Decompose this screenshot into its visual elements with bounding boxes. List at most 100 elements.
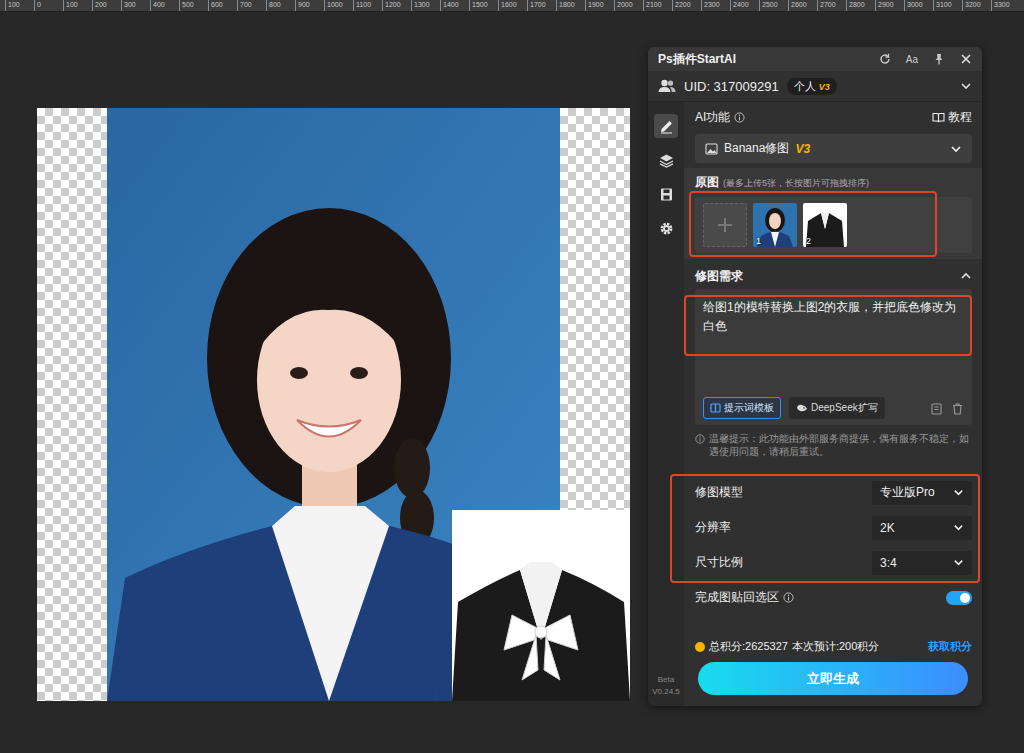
close-icon[interactable] xyxy=(960,53,972,65)
setting-label: 尺寸比例 xyxy=(695,554,743,571)
notice: 温馨提示：此功能由外部服务商提供，偶有服务不稳定，如遇使用问题，请稍后重试。 xyxy=(695,432,972,458)
ruler-label: 2900 xyxy=(875,0,904,11)
ai-function-row: AI功能 教程 xyxy=(695,108,972,126)
settings: 修图模型专业版Pro 分辨率2K 尺寸比例 3:4 xyxy=(695,478,972,577)
source-images-hint: (最多上传5张，长按图片可拖拽排序) xyxy=(723,177,869,190)
setting-row: 修图模型专业版Pro xyxy=(695,478,972,507)
clipboard-icon[interactable] xyxy=(930,402,943,415)
sidebar-item[interactable] xyxy=(654,216,678,240)
chevron-down-icon[interactable] xyxy=(960,80,972,92)
highlight-frame xyxy=(689,191,937,257)
info-icon[interactable] xyxy=(783,592,794,603)
image-icon xyxy=(705,143,718,155)
sidebar-item[interactable] xyxy=(654,114,678,138)
user-bar: UID: 317009291个人 V3 xyxy=(648,71,982,102)
panel-content: AI功能教程Banana修图V3原图(最多上传5张，长按图片可拖拽排序)12修图… xyxy=(684,102,982,706)
panel-body: BetaV0.24.5 AI功能 教程 Banana修图V3 原图(最多上传5张，长按图… xyxy=(648,102,982,706)
sidebar-item[interactable] xyxy=(654,182,678,206)
panel-footer: 总积分:2625327本次预计:200积分获取积分立即生成 xyxy=(684,627,982,706)
ruler-label: 300 xyxy=(121,0,150,11)
gear-icon xyxy=(659,221,674,236)
ruler-label: 1500 xyxy=(469,0,498,11)
thumbnail-strip: 12 xyxy=(695,197,972,253)
ruler-label: 500 xyxy=(179,0,208,11)
generate-button[interactable]: 立即生成 xyxy=(698,662,968,695)
version-badge: V3 xyxy=(795,142,810,156)
thumbnail[interactable]: 2 xyxy=(803,203,847,247)
add-image-button[interactable] xyxy=(703,203,747,247)
chevron-up-icon xyxy=(960,270,972,282)
coin-icon xyxy=(695,642,705,652)
paste-back-toggle[interactable] xyxy=(946,591,972,605)
pin-icon[interactable] xyxy=(933,53,945,65)
ruler-label: 3300 xyxy=(991,0,1020,11)
notice-text: 温馨提示：此功能由外部服务商提供，偶有服务不稳定，如遇使用问题，请稍后重试。 xyxy=(709,432,972,458)
setting-select[interactable]: 专业版Pro xyxy=(872,481,972,505)
setting-select[interactable]: 3:4 xyxy=(872,551,972,575)
ai-function-label: AI功能 xyxy=(695,109,730,126)
refresh-icon[interactable] xyxy=(879,53,891,65)
ruler-label: 2400 xyxy=(730,0,759,11)
tutorial-link[interactable]: 教程 xyxy=(932,109,972,126)
prompt-tools: 提示词模板 DeepSeek扩写 xyxy=(703,397,964,419)
template-icon xyxy=(710,403,721,413)
ruler-label: 200 xyxy=(92,0,121,11)
ruler-label: 800 xyxy=(266,0,295,11)
ai-function-select[interactable]: Banana修图V3 xyxy=(695,134,972,163)
plus-icon xyxy=(716,216,734,234)
users-icon xyxy=(658,79,676,93)
ruler-label: 2500 xyxy=(759,0,788,11)
ruler-label: 3200 xyxy=(962,0,991,11)
thumbnail[interactable]: 1 xyxy=(753,203,797,247)
ruler-label: 3100 xyxy=(933,0,962,11)
points-row: 总积分:2625327本次预计:200积分获取积分 xyxy=(695,639,972,654)
trash-icon[interactable] xyxy=(951,402,964,415)
info-icon xyxy=(695,434,705,444)
info-icon[interactable] xyxy=(734,112,745,123)
title-tools: Aa xyxy=(879,53,972,65)
workspace: Ps插件StartAIAaUID: 317009291个人 V3BetaV0.2… xyxy=(0,12,1024,753)
font-size-button[interactable]: Aa xyxy=(906,54,918,65)
startai-panel: Ps插件StartAIAaUID: 317009291个人 V3BetaV0.2… xyxy=(648,47,982,706)
setting-value: 2K xyxy=(880,521,895,535)
source-images-header: 原图(最多上传5张，长按图片可拖拽排序) xyxy=(695,174,972,191)
ruler-label: 2300 xyxy=(701,0,730,11)
setting-row: 分辨率2K xyxy=(695,513,972,542)
ruler-label: 2100 xyxy=(643,0,672,11)
version-label: BetaV0.24.5 xyxy=(652,674,680,706)
panel-title-bar: Ps插件StartAIAa xyxy=(648,47,982,71)
save-icon xyxy=(659,187,674,202)
prompt-tool-label: DeepSeek扩写 xyxy=(811,401,878,415)
prompt-tool-button[interactable]: DeepSeek扩写 xyxy=(789,397,885,419)
get-points-link[interactable]: 获取积分 xyxy=(928,639,972,654)
prompt-input[interactable]: 给图1的模特替换上图2的衣服，并把底色修改为白色提示词模板DeepSeek扩写 xyxy=(695,289,972,425)
ruler-label: 1200 xyxy=(382,0,411,11)
prompt-tool-button[interactable]: 提示词模板 xyxy=(703,397,781,419)
ruler-label: 1000 xyxy=(324,0,353,11)
setting-row: 尺寸比例 3:4 xyxy=(695,548,972,577)
document-canvas[interactable] xyxy=(37,108,630,701)
ruler-label: 600 xyxy=(208,0,237,11)
ruler-label: 700 xyxy=(237,0,266,11)
ruler-label: 100 xyxy=(63,0,92,11)
ruler-label: 1800 xyxy=(556,0,585,11)
setting-select[interactable]: 2K xyxy=(872,516,972,540)
ruler-label: 1300 xyxy=(411,0,440,11)
prompt-tool-label: 提示词模板 xyxy=(724,401,774,415)
total-points: 总积分:2625327 xyxy=(709,639,788,654)
prompt-label: 修图需求 xyxy=(695,268,743,285)
source-images-section: 原图(最多上传5张，长按图片可拖拽排序)12 xyxy=(684,168,982,259)
highlight-frame xyxy=(684,295,972,356)
prompt-header[interactable]: 修图需求 xyxy=(695,263,972,289)
garment-layer[interactable] xyxy=(452,510,630,701)
ruler-label: 1600 xyxy=(498,0,527,11)
ruler-label: 2700 xyxy=(817,0,846,11)
thumbnail-number: 2 xyxy=(806,236,811,246)
sidebar-item[interactable] xyxy=(654,148,678,172)
ruler-label: 1700 xyxy=(527,0,556,11)
ruler-label: 2600 xyxy=(788,0,817,11)
thumbnail-number: 1 xyxy=(756,236,761,246)
highlight-frame xyxy=(670,474,980,583)
plan-badge: 个人 V3 xyxy=(787,78,837,95)
ruler-label: 1900 xyxy=(585,0,614,11)
